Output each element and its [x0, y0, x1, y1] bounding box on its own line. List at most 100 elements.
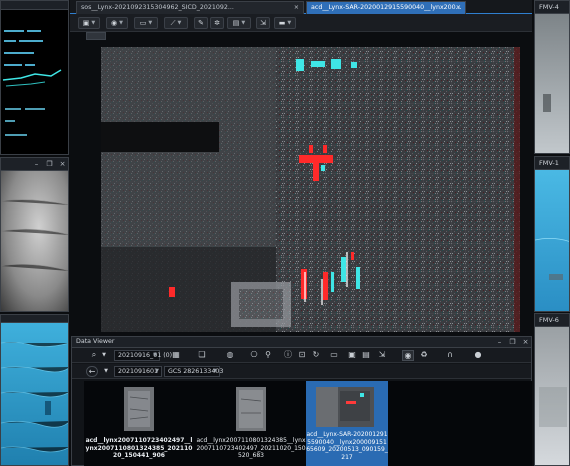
folder-select-value: 20210916​01 [118, 368, 159, 375]
chevron-down-icon: ▼ [241, 20, 246, 26]
menu-icon: ▬ [278, 19, 286, 27]
camera-icon: ◉ [111, 19, 118, 27]
chevron-down-icon: ▼ [119, 20, 123, 26]
grid-view-icon[interactable]: ▦ [170, 350, 182, 361]
info-icon[interactable]: ⓘ [282, 350, 294, 361]
crop-icon[interactable]: ⊡ [296, 350, 308, 361]
export-button[interactable]: ⇲ [256, 17, 270, 29]
date-select[interactable]: 20210916_01 (0) ▼ [114, 350, 172, 361]
folder-select[interactable]: 20210916​01 ▼ [114, 366, 162, 377]
sar-image [101, 47, 520, 332]
data-viewer-titlebar[interactable]: Data Viewer – ❐ × [72, 337, 531, 348]
layers-icon[interactable]: ❏ [196, 350, 208, 361]
fmv1-titlebar[interactable]: FMV-1 [535, 157, 569, 170]
chevron-down-icon: ▼ [287, 20, 292, 26]
radar-readout-display [1, 10, 68, 154]
floppy-icon: ▣ [82, 19, 90, 27]
fmv1-window[interactable]: FMV-1 [534, 156, 570, 312]
color-icon[interactable]: ● [472, 350, 484, 361]
export-icon[interactable]: ⇲ [376, 350, 388, 361]
chevron-down-icon: ▼ [153, 352, 157, 358]
panel-title: Data Viewer [76, 338, 115, 345]
left-window-top-titlebar[interactable] [1, 1, 68, 10]
network-icon[interactable]: ⎔ [248, 350, 260, 361]
toolbar-thumb-handle[interactable] [86, 32, 106, 40]
rotate-icon[interactable]: ↻ [310, 350, 322, 361]
record-icon[interactable]: ◉ [402, 350, 414, 361]
chevron-down-icon: ▼ [213, 368, 217, 374]
window-icon[interactable]: ▭ [328, 350, 340, 361]
save-button[interactable]: ▣ ▼ [78, 17, 100, 29]
gear-icon: ✲ [214, 19, 220, 27]
save-icon[interactable]: ▤ [360, 350, 372, 361]
monitor-icon: ▭ [139, 19, 147, 27]
maximize-icon[interactable]: ❐ [46, 160, 53, 168]
chevron-down-icon[interactable]: ▼ [100, 366, 112, 377]
more-button[interactable]: ▬ ▼ [274, 17, 296, 29]
fmv1-video [535, 170, 569, 311]
link-icon[interactable]: ∩ [444, 350, 456, 361]
globe-icon[interactable]: ◍ [224, 350, 236, 361]
close-icon[interactable]: × [59, 160, 66, 168]
chevron-down-icon: ▼ [91, 20, 96, 26]
fmv6-window[interactable]: FMV-6 [534, 313, 570, 466]
thumbnail-label: acd__lynx20071107234024​97__lynx20071108… [85, 437, 193, 459]
left-window-bottom-titlebar[interactable] [1, 315, 68, 323]
minimize-icon[interactable]: – [496, 338, 503, 346]
measure-button[interactable]: ⟋ ▼ [164, 17, 188, 29]
sar-image-view[interactable] [101, 47, 520, 332]
fmv-grayscale-video [1, 171, 68, 311]
maximize-icon[interactable]: ❐ [509, 338, 516, 346]
chevron-down-icon: ▼ [155, 368, 159, 374]
monitor-button[interactable]: ▭ ▼ [134, 17, 158, 29]
monitor-icon[interactable]: ▣ [346, 350, 358, 361]
settings-button[interactable]: ✲ [210, 17, 224, 29]
tab-label: acd__Lynx-SAR-2020012915590040__lynx200.… [311, 4, 462, 11]
data-viewer-toolbar: ⌕ ▼ 20210916_01 (0) ▼ ▦ ❏ ◍ ⎔ ⚲ ⓘ ⊡ ↻ ▭ … [72, 348, 531, 363]
thumbnail-item[interactable]: acd__lynx2007110801324385__lynx200711072… [196, 381, 306, 466]
display-icon: ▤ [232, 19, 240, 27]
thumbnail-label: acd__Lynx-SAR-2020012915590040__lynx2000… [306, 431, 388, 461]
window-title: FMV-1 [539, 159, 559, 167]
chevron-down-icon: ▼ [177, 20, 182, 26]
image-toolbar: ▣ ▼ ◉ ▼ ▭ ▼ ⟋ ▼ ✎ ✲ ▤ ▼ ⇲ ▬ ▼ [70, 14, 532, 32]
fmv-ocean-video [1, 323, 68, 465]
ruler-icon: ⟋ [170, 18, 176, 27]
fmv4-window[interactable]: FMV-4 [534, 0, 570, 154]
close-icon[interactable]: × [294, 2, 299, 14]
minimize-icon[interactable]: – [33, 160, 40, 168]
tab-sar-image[interactable]: acd__Lynx-SAR-2020012915590040__lynx200.… [306, 1, 466, 14]
chevron-down-icon: ▼ [148, 20, 153, 26]
fmv4-titlebar[interactable]: FMV-4 [535, 1, 569, 14]
fmv6-titlebar[interactable]: FMV-6 [535, 314, 569, 327]
tools-button[interactable]: ✎ [194, 17, 208, 29]
back-arrow-icon[interactable]: ← [86, 366, 98, 377]
window-title: FMV-4 [539, 3, 559, 11]
fmv4-video [535, 14, 569, 153]
thumbnail-image [124, 387, 154, 431]
left-window-top[interactable] [0, 0, 69, 155]
left-window-middle[interactable]: – ❐ × [0, 157, 69, 312]
tab-label: sos__Lynx-20210923153049​62_SICD_2021092… [81, 4, 234, 11]
date-select-value: 20210916_01 (0) [118, 352, 173, 359]
left-window-middle-titlebar[interactable]: – ❐ × [1, 158, 68, 171]
data-viewer-pathbar: ← ▼ 20210916​01 ▼ GCS 2826133403 ▼ [72, 364, 531, 379]
display-button[interactable]: ▤ ▼ [227, 17, 251, 29]
crs-select[interactable]: GCS 2826133403 ▼ [164, 366, 223, 377]
thumbnail-item-selected[interactable]: acd__Lynx-SAR-2020012915590040__lynx2000… [306, 381, 388, 466]
data-viewer-panel: Data Viewer – ❐ × ⌕ ▼ 20210916_01 (0) ▼ ▦ … [71, 336, 532, 466]
tab-sicd-image[interactable]: sos__Lynx-20210923153049​62_SICD_2021092… [76, 1, 304, 14]
export-icon: ⇲ [260, 19, 266, 27]
thumbnail-label: acd__lynx2007110801324385__lynx200711072… [196, 437, 306, 459]
thumbnail-image [236, 387, 266, 431]
thumbnail-item[interactable]: acd__lynx20071107234024​97__lynx20071108… [84, 381, 194, 466]
left-window-bottom[interactable] [0, 314, 69, 466]
close-icon[interactable]: × [456, 2, 461, 14]
filter-icon[interactable]: ⚲ [262, 350, 274, 361]
document-tab-bar: sos__Lynx-20210923153049​62_SICD_2021092… [70, 0, 532, 14]
chevron-down-icon[interactable]: ▼ [98, 350, 110, 361]
close-icon[interactable]: × [522, 338, 529, 346]
recycle-icon[interactable]: ♻ [418, 350, 430, 361]
wrench-icon: ✎ [198, 19, 204, 27]
camera-button[interactable]: ◉ ▼ [106, 17, 128, 29]
